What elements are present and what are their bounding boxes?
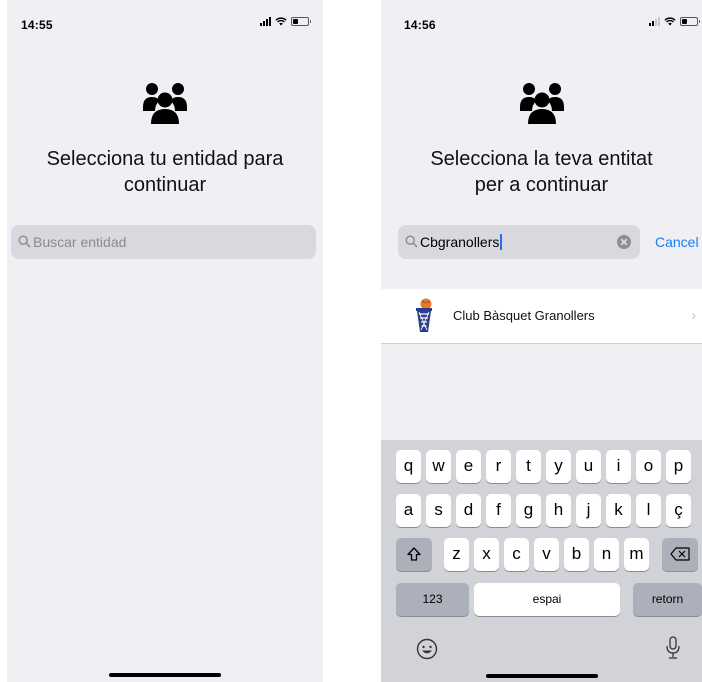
battery-icon bbox=[680, 17, 700, 26]
page-title: Selecciona la teva entitat per a continu… bbox=[430, 148, 653, 196]
group-icon bbox=[519, 83, 564, 124]
key-x[interactable]: x bbox=[474, 538, 499, 571]
cancel-button[interactable]: Cancel bbox=[655, 234, 699, 250]
right-phone-screen: 14:56 Selecciona la teva entitat per a c… bbox=[381, 0, 702, 682]
backspace-icon bbox=[670, 547, 690, 561]
shift-key[interactable] bbox=[396, 538, 432, 571]
keyboard-row-3: z x c v b n m bbox=[381, 538, 702, 571]
signal-icon bbox=[649, 17, 660, 26]
keyboard-row-1: q w e r t y u i o p bbox=[381, 450, 702, 483]
status-icons bbox=[260, 17, 311, 26]
search-placeholder: Buscar entidad bbox=[33, 234, 127, 250]
status-icons bbox=[649, 17, 700, 26]
status-time: 14:55 bbox=[21, 18, 53, 32]
wifi-icon bbox=[664, 17, 676, 26]
key-w[interactable]: w bbox=[426, 450, 451, 483]
left-phone-screen: 14:55 Selecciona tu entidad para continu… bbox=[7, 0, 323, 682]
key-y[interactable]: y bbox=[546, 450, 571, 483]
text-caret bbox=[500, 234, 503, 250]
key-i[interactable]: i bbox=[606, 450, 631, 483]
emoji-icon[interactable] bbox=[416, 638, 438, 660]
key-r[interactable]: r bbox=[486, 450, 511, 483]
signal-icon bbox=[260, 17, 271, 26]
keyboard-row-4: 123 espai retorn bbox=[381, 583, 702, 616]
space-key[interactable]: espai bbox=[474, 583, 620, 616]
key-f[interactable]: f bbox=[486, 494, 511, 527]
wifi-icon bbox=[275, 17, 287, 26]
key-j[interactable]: j bbox=[576, 494, 601, 527]
key-c-cedilla[interactable]: ç bbox=[666, 494, 691, 527]
home-indicator[interactable] bbox=[485, 674, 598, 678]
result-label: Club Bàsquet Granollers bbox=[453, 308, 595, 323]
numbers-key[interactable]: 123 bbox=[396, 583, 469, 616]
key-z[interactable]: z bbox=[444, 538, 469, 571]
search-icon bbox=[18, 235, 31, 248]
page-title: Selecciona tu entidad para continuar bbox=[46, 148, 284, 196]
microphone-icon[interactable] bbox=[665, 636, 681, 660]
key-k[interactable]: k bbox=[606, 494, 631, 527]
search-value-text: Cbgranollers bbox=[420, 234, 500, 250]
key-e[interactable]: e bbox=[456, 450, 481, 483]
clear-icon[interactable] bbox=[617, 235, 631, 249]
club-logo-icon bbox=[416, 298, 432, 332]
key-o[interactable]: o bbox=[636, 450, 661, 483]
backspace-key[interactable] bbox=[662, 538, 698, 571]
key-g[interactable]: g bbox=[516, 494, 541, 527]
key-s[interactable]: s bbox=[426, 494, 451, 527]
key-l[interactable]: l bbox=[636, 494, 661, 527]
home-indicator[interactable] bbox=[109, 673, 221, 677]
key-u[interactable]: u bbox=[576, 450, 601, 483]
key-t[interactable]: t bbox=[516, 450, 541, 483]
group-icon bbox=[143, 83, 187, 124]
key-m[interactable]: m bbox=[624, 538, 649, 571]
key-n[interactable]: n bbox=[594, 538, 619, 571]
return-key[interactable]: retorn bbox=[633, 583, 702, 616]
battery-icon bbox=[291, 17, 311, 26]
search-value: Cbgranollers bbox=[420, 234, 503, 250]
key-p[interactable]: p bbox=[666, 450, 691, 483]
key-d[interactable]: d bbox=[456, 494, 481, 527]
shift-icon bbox=[407, 547, 421, 561]
search-input[interactable]: Buscar entidad bbox=[11, 225, 316, 259]
keyboard: q w e r t y u i o p a s d f g h j k l ç bbox=[381, 440, 702, 682]
search-input[interactable]: Cbgranollers bbox=[398, 225, 640, 259]
result-row[interactable]: Club Bàsquet Granollers › bbox=[381, 289, 702, 344]
status-time: 14:56 bbox=[404, 18, 436, 32]
status-bar: 14:56 bbox=[381, 0, 702, 44]
key-q[interactable]: q bbox=[396, 450, 421, 483]
key-b[interactable]: b bbox=[564, 538, 589, 571]
key-c[interactable]: c bbox=[504, 538, 529, 571]
key-v[interactable]: v bbox=[534, 538, 559, 571]
search-icon bbox=[405, 235, 418, 248]
chevron-right-icon: › bbox=[691, 307, 696, 323]
status-bar: 14:55 bbox=[7, 0, 323, 44]
key-h[interactable]: h bbox=[546, 494, 571, 527]
key-a[interactable]: a bbox=[396, 494, 421, 527]
keyboard-row-2: a s d f g h j k l ç bbox=[381, 494, 702, 527]
